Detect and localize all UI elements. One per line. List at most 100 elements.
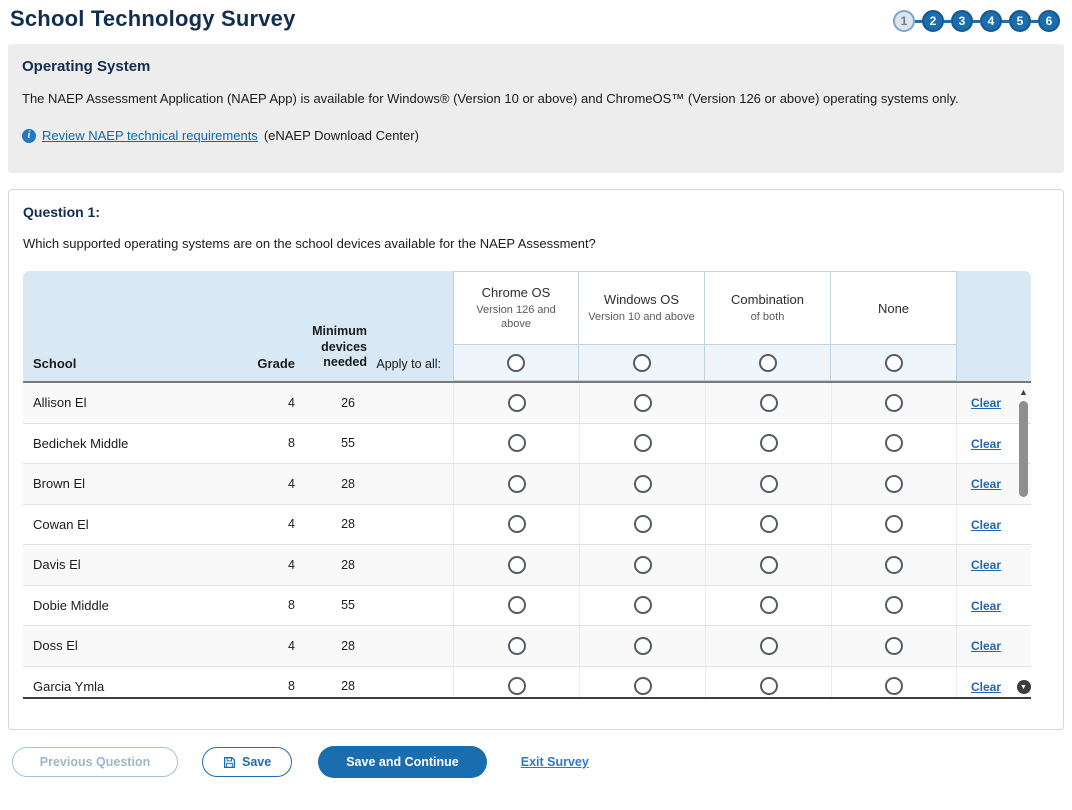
option-subtitle: Version 126 and above	[462, 303, 570, 332]
combination-radio[interactable]	[760, 515, 778, 533]
chrome-os-cell	[453, 626, 579, 666]
step-5[interactable]: 5	[1009, 10, 1031, 32]
combination-cell	[705, 667, 831, 700]
previous-question-button[interactable]: Previous Question	[12, 747, 178, 777]
info-panel: Operating System The NAEP Assessment App…	[8, 44, 1064, 173]
none-radio[interactable]	[885, 677, 903, 695]
step-connector	[915, 20, 922, 23]
grade-value: 4	[235, 396, 305, 410]
save-and-continue-button[interactable]: Save and Continue	[318, 746, 487, 778]
step-connector	[973, 20, 980, 23]
none-radio[interactable]	[885, 596, 903, 614]
combination-radio[interactable]	[760, 677, 778, 695]
none-cell	[831, 383, 957, 423]
apply-all-none-radio[interactable]	[885, 354, 903, 372]
windows-os-radio[interactable]	[634, 475, 652, 493]
windows-os-radio[interactable]	[634, 596, 652, 614]
windows-os-radio[interactable]	[634, 637, 652, 655]
table-scrollbar[interactable]: ▲ ▼	[1016, 386, 1031, 694]
clear-link[interactable]: Clear	[971, 599, 1001, 613]
step-connector	[944, 20, 951, 23]
windows-os-radio[interactable]	[634, 677, 652, 695]
min-devices-value: 55	[305, 598, 375, 612]
windows-os-radio[interactable]	[634, 394, 652, 412]
table-body: Allison El 4 26 Clear Bedichek Middle 8 …	[23, 383, 1031, 699]
clear-link[interactable]: Clear	[971, 396, 1001, 410]
column-header-grade: Grade	[235, 356, 305, 381]
combination-radio[interactable]	[760, 556, 778, 574]
none-radio[interactable]	[885, 394, 903, 412]
chrome-os-radio[interactable]	[508, 394, 526, 412]
clear-link[interactable]: Clear	[971, 558, 1001, 572]
apply-all-chrome-os-radio[interactable]	[507, 354, 525, 372]
clear-link[interactable]: Clear	[971, 680, 1001, 694]
school-name: Davis El	[23, 557, 235, 572]
grade-value: 4	[235, 639, 305, 653]
combination-radio[interactable]	[760, 475, 778, 493]
info-link-row: i Review NAEP technical requirements (eN…	[22, 128, 1050, 143]
option-header-combination: Combination of both	[705, 271, 831, 345]
apply-all-windows-os-radio[interactable]	[633, 354, 651, 372]
info-panel-body: The NAEP Assessment Application (NAEP Ap…	[22, 91, 1050, 106]
step-2[interactable]: 2	[922, 10, 944, 32]
table-row: Garcia Ymla 8 28 Clear	[23, 667, 1031, 700]
chrome-os-radio[interactable]	[508, 556, 526, 574]
step-1[interactable]: 1	[893, 10, 915, 32]
exit-survey-link[interactable]: Exit Survey	[521, 755, 589, 769]
none-radio[interactable]	[885, 515, 903, 533]
windows-os-radio[interactable]	[634, 515, 652, 533]
grade-value: 8	[235, 679, 305, 693]
clear-link[interactable]: Clear	[971, 518, 1001, 532]
grade-value: 4	[235, 558, 305, 572]
chrome-os-radio[interactable]	[508, 596, 526, 614]
step-3[interactable]: 3	[951, 10, 973, 32]
chrome-os-radio[interactable]	[508, 677, 526, 695]
scroll-down-icon[interactable]: ▼	[1017, 680, 1031, 694]
option-header-none: None	[831, 271, 957, 345]
combination-radio[interactable]	[760, 637, 778, 655]
combination-radio[interactable]	[760, 596, 778, 614]
table-row: Doss El 4 28 Clear	[23, 626, 1031, 667]
scroll-up-icon[interactable]: ▲	[1019, 386, 1028, 398]
scroll-thumb[interactable]	[1019, 401, 1028, 497]
school-name: Brown El	[23, 476, 235, 491]
windows-os-radio[interactable]	[634, 434, 652, 452]
windows-os-cell	[579, 545, 705, 585]
apply-all-combination-radio[interactable]	[759, 354, 777, 372]
combination-cell	[705, 464, 831, 504]
min-devices-value: 28	[305, 639, 375, 653]
combination-radio[interactable]	[760, 394, 778, 412]
question-card: Question 1: Which supported operating sy…	[8, 189, 1064, 730]
none-radio[interactable]	[885, 434, 903, 452]
question-text: Which supported operating systems are on…	[23, 236, 1049, 251]
option-header-chrome-os: Chrome OS Version 126 and above	[453, 271, 579, 345]
info-link-suffix: (eNAEP Download Center)	[264, 128, 419, 143]
chrome-os-radio[interactable]	[508, 515, 526, 533]
none-cell	[831, 667, 957, 700]
windows-os-cell	[579, 464, 705, 504]
save-button[interactable]: Save	[202, 747, 292, 777]
windows-os-cell	[579, 586, 705, 626]
clear-link[interactable]: Clear	[971, 639, 1001, 653]
chrome-os-radio[interactable]	[508, 434, 526, 452]
step-4[interactable]: 4	[980, 10, 1002, 32]
step-connector	[1002, 20, 1009, 23]
none-radio[interactable]	[885, 637, 903, 655]
none-radio[interactable]	[885, 475, 903, 493]
windows-os-cell	[579, 424, 705, 464]
clear-link[interactable]: Clear	[971, 477, 1001, 491]
chrome-os-radio[interactable]	[508, 637, 526, 655]
step-6[interactable]: 6	[1038, 10, 1060, 32]
min-devices-value: 28	[305, 477, 375, 491]
page: School Technology Survey 123456 Operatin…	[0, 0, 1072, 810]
windows-os-radio[interactable]	[634, 556, 652, 574]
chrome-os-cell	[453, 667, 579, 700]
clear-cell: Clear	[957, 476, 1015, 491]
tech-requirements-link[interactable]: Review NAEP technical requirements	[42, 128, 258, 143]
combination-radio[interactable]	[760, 434, 778, 452]
clear-link[interactable]: Clear	[971, 437, 1001, 451]
windows-os-cell	[579, 383, 705, 423]
option-title: Chrome OS	[482, 285, 551, 300]
chrome-os-radio[interactable]	[508, 475, 526, 493]
none-radio[interactable]	[885, 556, 903, 574]
